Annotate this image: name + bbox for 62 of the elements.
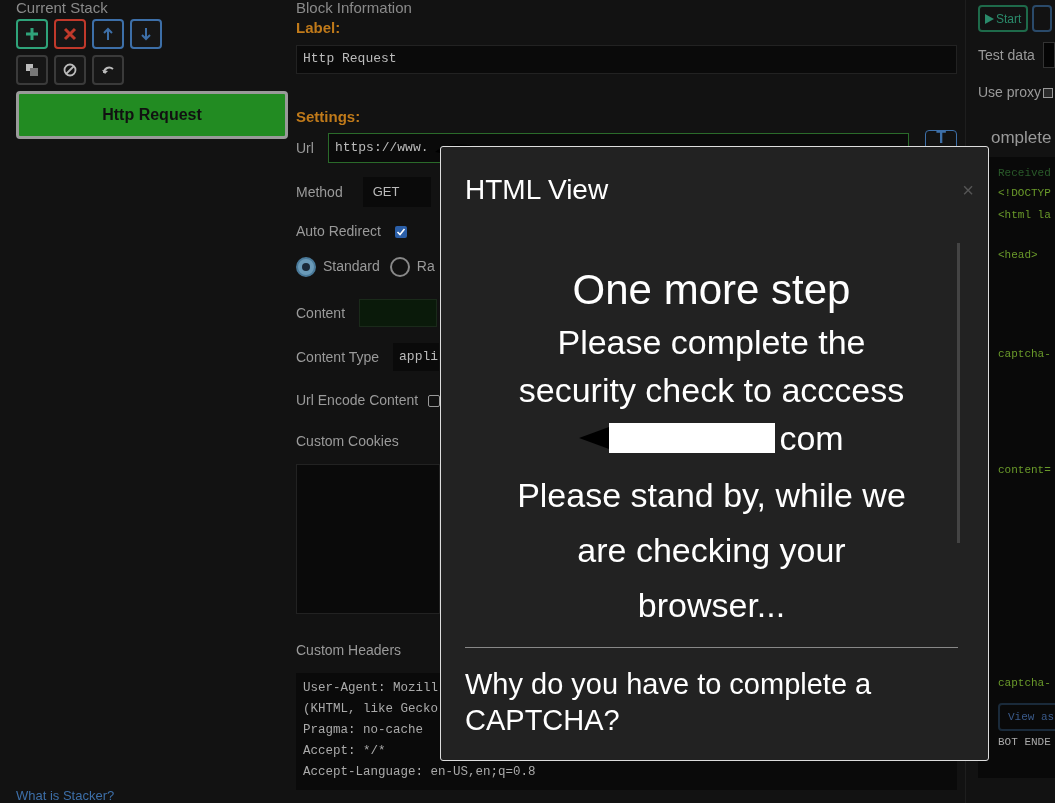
radio-button[interactable]: [389, 256, 410, 277]
content-type-field[interactable]: appli: [393, 343, 440, 371]
button-edge: [1032, 5, 1053, 32]
header-line: Accept: */*: [303, 743, 386, 759]
view-button[interactable]: View as: [998, 703, 1055, 731]
field-label: Url Encode Content: [296, 391, 419, 410]
start-button[interactable]: Start: [978, 5, 1029, 32]
page-text: Please stand by, while we are checking your browser...: [516, 475, 907, 626]
radio-button[interactable]: [296, 256, 316, 277]
cookies-field[interactable]: [296, 464, 440, 614]
field-label: Content: [296, 303, 346, 323]
tool-button[interactable]: [16, 55, 48, 85]
field-label: Test data: [978, 45, 1035, 65]
method-select[interactable]: GET: [362, 177, 431, 207]
plus-icon: [25, 27, 39, 41]
field-label: Method: [296, 182, 343, 202]
log-line: <html la: [998, 207, 1052, 223]
log-line: BOT ENDE: [998, 735, 1052, 750]
header-line: User-Agent: Mozill: [303, 680, 439, 696]
header-line: Accept-Language: en-US,en;q=0.8: [303, 764, 536, 780]
arrow-up-icon: [103, 27, 113, 41]
log-line: <head>: [998, 248, 1039, 263]
field-label: Auto Redirect: [296, 222, 381, 241]
scrollbar[interactable]: [957, 243, 960, 543]
copy-icon: [25, 63, 39, 77]
log-line: content=: [998, 463, 1052, 478]
stack-block[interactable]: Http Request: [16, 91, 288, 139]
field-label: Content Type: [296, 347, 380, 367]
play-icon: [985, 13, 994, 24]
radio-label: Ra: [416, 257, 435, 276]
checkbox[interactable]: [1043, 87, 1054, 98]
field-label: Custom Cookies: [296, 432, 399, 451]
log-line: <!DOCTYP: [998, 186, 1052, 201]
section-label: Settings:: [296, 106, 361, 127]
log-line: captcha-: [998, 675, 1052, 691]
header-line: (KHTML, like Gecko: [303, 701, 439, 717]
modal-title: HTML View: [465, 173, 609, 207]
label-field[interactable]: Http Request: [296, 44, 957, 74]
checkbox[interactable]: [394, 225, 407, 238]
radio-label: Standard: [323, 257, 380, 276]
section-label: Label:: [296, 18, 341, 38]
page-text: com: [779, 417, 844, 459]
field-label: Use proxy: [978, 83, 1042, 102]
log-title: omplete: [991, 127, 1053, 149]
block-icon: [63, 63, 77, 77]
panel-title: Block Information: [296, 0, 412, 16]
content-field[interactable]: [359, 299, 438, 327]
field-label: Custom Headers: [296, 641, 402, 660]
log-line: Received: [998, 165, 1052, 181]
test-data-field[interactable]: [1042, 42, 1055, 68]
close-icon: [63, 27, 77, 41]
arrow-down-icon: [141, 27, 151, 41]
page-heading: One more step: [572, 266, 851, 314]
field-label: Url: [296, 138, 314, 158]
log-line: captcha-: [998, 346, 1052, 362]
page-heading: Why do you have to complete a CAPTCHA?: [465, 667, 873, 738]
tool-button[interactable]: [92, 55, 124, 85]
tool-button[interactable]: [54, 55, 86, 85]
panel-title: Current Stack: [16, 0, 108, 16]
tool-button[interactable]: [16, 19, 48, 49]
header-line: Pragma: no-cache: [303, 722, 424, 738]
help-link[interactable]: What is Stacker?: [16, 789, 282, 802]
